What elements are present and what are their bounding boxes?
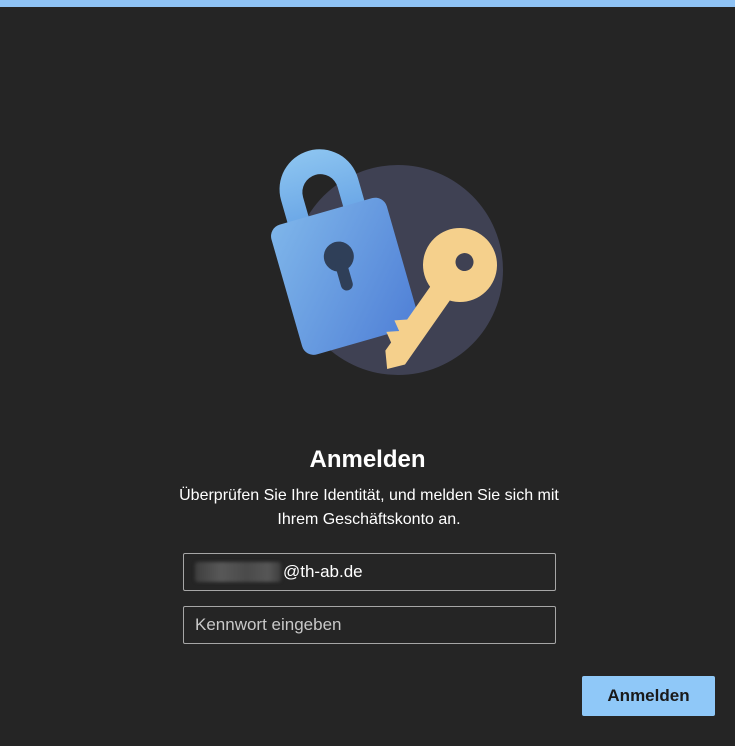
subtitle: Überprüfen Sie Ihre Identität, und melde… [150, 484, 588, 532]
password-input[interactable] [195, 607, 555, 643]
password-field-wrapper[interactable] [183, 606, 556, 644]
subtitle-line: Ihrem Geschäftskonto an. [277, 511, 461, 528]
redacted-username [195, 562, 281, 582]
email-domain: @th-ab.de [283, 562, 363, 581]
page-title: Anmelden [309, 446, 426, 473]
subtitle-line: Überprüfen Sie Ihre Identität, und melde… [179, 487, 559, 504]
lock-and-key-icon [271, 149, 503, 375]
email-field[interactable]: @th-ab.de [183, 553, 556, 591]
sign-in-button[interactable]: Anmelden [582, 676, 715, 716]
top-accent-bar [0, 0, 735, 7]
